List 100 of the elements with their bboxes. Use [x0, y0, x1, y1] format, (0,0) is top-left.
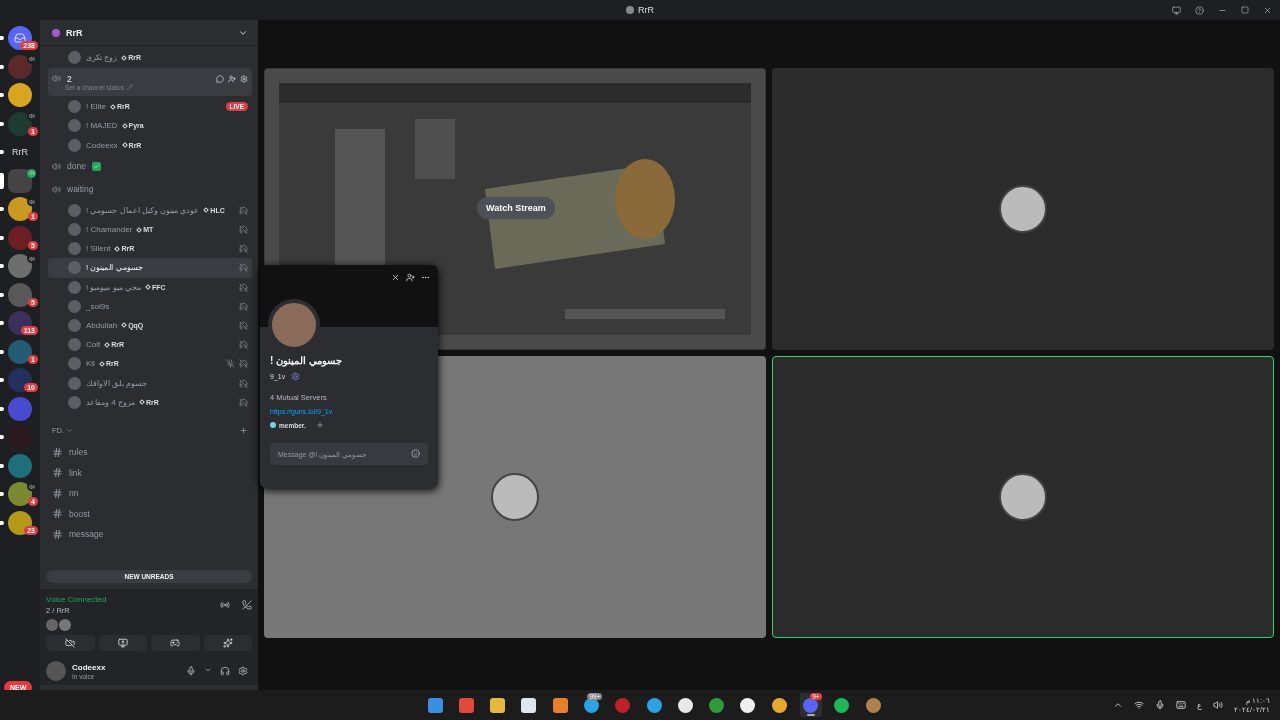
user-name: مزوج 4 ومفاعد [86, 397, 135, 407]
deafened-icon [239, 244, 248, 254]
deafened-icon [239, 225, 248, 235]
user-avatar [68, 318, 81, 332]
deafened-icon [239, 359, 248, 369]
speaker-icon [52, 161, 61, 171]
camera-off-icon [65, 638, 76, 648]
user-name: زوج تكرى [86, 53, 118, 63]
video-tile[interactable] [772, 68, 1274, 350]
chat-icon [216, 74, 224, 83]
user-avatar [46, 661, 66, 681]
voice-user[interactable]: جسوم بلق الاوافك [48, 373, 252, 393]
unread-indicator [0, 207, 4, 211]
keyboard-icon [1176, 700, 1187, 710]
check-icon [91, 161, 101, 171]
add-role-icon [315, 421, 324, 429]
user-name: ! جسومي المينون [86, 263, 143, 273]
user-name: ! MAJED [86, 121, 118, 131]
server-icon[interactable]: RrR [8, 140, 32, 164]
user-name: Colt [86, 340, 101, 350]
server-icon[interactable] [8, 83, 32, 107]
unread-indicator [0, 172, 4, 189]
channel-name[interactable]: nn [69, 488, 79, 499]
user-avatar [68, 261, 81, 275]
x-logo-icon [391, 273, 400, 282]
channel-name: done [67, 161, 86, 172]
help-icon [1195, 5, 1204, 15]
speaker-icon [52, 74, 61, 84]
server-icon[interactable] [8, 197, 32, 221]
user-name: Codeexx [72, 662, 107, 672]
hash-icon [52, 528, 63, 540]
close-icon [1263, 5, 1272, 15]
screen-share-button[interactable] [98, 635, 147, 651]
emoji-icon [411, 449, 420, 458]
hash-icon [52, 467, 63, 479]
user-avatar [68, 280, 81, 294]
invite-icon [228, 74, 236, 83]
unread-indicator [0, 378, 4, 382]
screen-share-icon [117, 638, 128, 648]
camera-button[interactable] [46, 635, 95, 651]
voice-channel[interactable]: done [48, 155, 252, 177]
deafened-icon [239, 282, 248, 292]
user-avatar [68, 51, 81, 65]
channel-name[interactable]: link [69, 467, 82, 478]
user-avatar [46, 619, 58, 631]
deafened-icon [239, 205, 248, 215]
unread-indicator [0, 93, 4, 97]
channel-name[interactable]: message [69, 529, 104, 540]
unread-indicator [0, 235, 4, 240]
deafened-icon [239, 320, 248, 330]
more-icon [421, 273, 430, 282]
channel-name: 2 [67, 73, 72, 84]
speaker-icon [27, 168, 36, 178]
channel-name[interactable]: boost [69, 508, 90, 519]
unread-indicator [0, 406, 4, 411]
server-name[interactable]: RrR [66, 27, 232, 38]
channel-name[interactable]: rules [69, 447, 88, 458]
user-name: ! Elite [86, 102, 106, 112]
server-label: RrR [12, 147, 28, 157]
user-avatar [999, 473, 1047, 521]
user-avatar [999, 185, 1047, 233]
soundboard-button[interactable] [203, 635, 252, 651]
unread-indicator [0, 121, 4, 126]
microphone-icon [1155, 700, 1166, 710]
hash-icon [52, 508, 63, 520]
user-avatar [68, 223, 81, 237]
unread-indicator [0, 463, 4, 468]
user-avatar [68, 100, 81, 114]
chevron-icon [1113, 700, 1124, 710]
add-channel-icon [239, 426, 248, 436]
user-name: ! عودي مينون وكيل اعمال جسومي [86, 205, 200, 215]
user-name: ! محي ميو ميوميو [86, 282, 141, 292]
speaker-icon [27, 54, 36, 64]
pencil-icon [126, 84, 133, 91]
video-tile[interactable] [772, 356, 1274, 638]
hash-icon [52, 446, 63, 458]
settings-icon [238, 666, 248, 676]
unread-indicator [0, 492, 4, 496]
server-icon[interactable] [8, 168, 32, 193]
window-title: RrR [626, 5, 654, 15]
unread-indicator [0, 36, 4, 40]
voice-user[interactable]: _sol9s [48, 296, 252, 316]
chevron-icon [204, 666, 212, 674]
user-avatar [68, 395, 81, 409]
user-name: ! Silent [86, 244, 111, 254]
profile-name: ! جسومي المينون [270, 355, 343, 366]
unread-indicator [0, 264, 4, 268]
deafened-icon [239, 397, 248, 407]
voice-user[interactable]: ! جسومي المينون [48, 258, 252, 278]
user-avatar [68, 119, 81, 133]
unread-indicator [0, 292, 4, 297]
user-name: ! Chamander [86, 225, 133, 235]
unread-indicator [0, 321, 4, 325]
watch-stream-button[interactable]: Watch Stream [477, 197, 555, 219]
language-indicator[interactable]: ع [1197, 700, 1203, 710]
disconnect-icon [242, 600, 252, 610]
activity-button[interactable] [151, 635, 200, 651]
voice-channel[interactable]: waiting [48, 178, 252, 200]
channel-name: waiting [67, 184, 94, 195]
sparkles-icon [222, 638, 233, 648]
